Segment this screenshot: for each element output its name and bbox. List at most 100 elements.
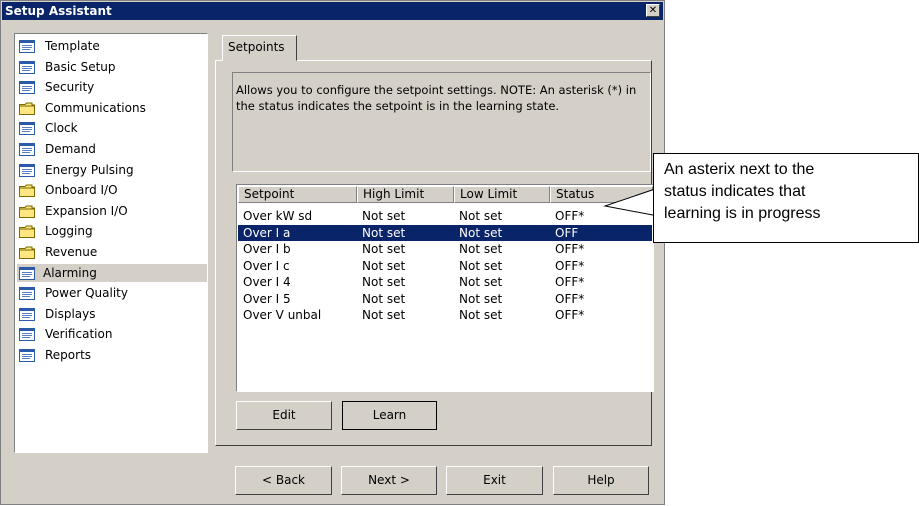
sidebar-item-label: Reports xyxy=(45,348,92,362)
folder-icon xyxy=(19,246,35,259)
status-cell: OFF xyxy=(555,225,579,240)
folder-icon xyxy=(19,102,35,115)
sidebar-item-label: Clock xyxy=(45,121,78,136)
sidebar-item-label: Communications xyxy=(45,100,146,115)
sidebar-item-label: Verification xyxy=(45,327,113,342)
document-icon xyxy=(19,163,35,177)
sidebar-item-verification[interactable]: Verification xyxy=(19,325,207,343)
sidebar-item-label: Energy Pulsing xyxy=(45,162,134,177)
window-title: Setup Assistant xyxy=(5,4,112,18)
status-cell: OFF* xyxy=(555,209,585,223)
sidebar-item-security[interactable]: Security xyxy=(19,78,207,96)
tab-setpoints[interactable]: Setpoints xyxy=(222,35,297,61)
low-limit-cell: Not set xyxy=(459,209,503,223)
setpoint-cell: Over I 4 xyxy=(243,275,291,289)
sidebar-item-expansion-i-o[interactable]: Expansion I/O xyxy=(19,202,207,220)
high-limit-cell: Not set xyxy=(362,275,406,289)
document-icon xyxy=(19,307,35,321)
setpoint-list[interactable]: Setpoint High Limit Low Limit Status Ove… xyxy=(236,184,654,392)
callout-line-2: status indicates that xyxy=(664,183,806,200)
description-box: Allows you to configure the setpoint set… xyxy=(232,72,651,172)
high-limit-cell: Not set xyxy=(362,291,406,306)
document-icon xyxy=(19,122,35,136)
folder-icon xyxy=(19,205,35,218)
sidebar-item-power-quality[interactable]: Power Quality xyxy=(19,284,207,302)
status-cell: OFF* xyxy=(555,291,585,306)
document-icon xyxy=(19,60,35,74)
setpoint-cell: Over I 5 xyxy=(243,291,291,306)
document-icon xyxy=(19,143,35,156)
sidebar-item-reports[interactable]: Reports xyxy=(19,346,207,364)
callout-line-1: An asterix next to the xyxy=(664,161,815,178)
document-icon xyxy=(19,349,35,362)
low-limit-cell: Not set xyxy=(459,275,503,289)
sidebar-item-label: Power Quality xyxy=(45,286,128,301)
sidebar-item-label: Security xyxy=(45,80,95,95)
sidebar-item-label: Alarming xyxy=(43,265,97,280)
status-cell: OFF* xyxy=(555,308,585,322)
sidebar-item-onboard-i-o[interactable]: Onboard I/O xyxy=(19,181,207,199)
tab-setpoints-label: Setpoints xyxy=(228,40,285,54)
high-limit-cell: Not set xyxy=(362,242,406,256)
status-cell: OFF* xyxy=(555,258,585,273)
document-icon xyxy=(19,81,35,95)
sidebar-item-label: Demand xyxy=(45,142,96,156)
setpoint-cell: Over kW sd xyxy=(243,209,313,223)
sidebar-item-alarming[interactable]: Alarming xyxy=(17,263,207,282)
folder-icon xyxy=(19,184,35,198)
learn-button[interactable]: Learn xyxy=(342,401,437,430)
status-cell: OFF* xyxy=(555,275,585,289)
sidebar-item-template[interactable]: Template xyxy=(19,37,207,55)
sidebar-item-label: Revenue xyxy=(45,245,98,259)
table-row[interactable]: Over I a Not set Not set OFF xyxy=(238,224,652,241)
document-icon xyxy=(19,40,35,53)
status-cell: OFF* xyxy=(555,242,585,256)
sidebar-item-basic-setup[interactable]: Basic Setup xyxy=(19,58,207,76)
title-bar: Setup Assistant ✕ xyxy=(2,2,663,20)
column-header-high-limit[interactable]: High Limit xyxy=(357,186,454,203)
sidebar-item-label: Template xyxy=(45,39,100,53)
low-limit-cell: Not set xyxy=(459,242,503,256)
low-limit-cell: Not set xyxy=(459,291,503,306)
back-button[interactable]: < Back xyxy=(235,466,332,495)
sidebar-item-label: Expansion I/O xyxy=(45,203,128,218)
table-row[interactable]: Over I b Not set Not set OFF* xyxy=(238,241,652,257)
high-limit-cell: Not set xyxy=(362,308,406,322)
table-row[interactable]: Over I 5 Not set Not set OFF* xyxy=(238,291,652,307)
sidebar-item-communications[interactable]: Communications xyxy=(19,99,207,117)
edit-button[interactable]: Edit xyxy=(236,401,332,430)
next-button[interactable]: Next > xyxy=(341,466,437,495)
sidebar-item-demand[interactable]: Demand xyxy=(19,140,207,158)
high-limit-cell: Not set xyxy=(362,258,406,273)
setup-tree[interactable]: Template Basic Setup Security Communication… xyxy=(14,33,208,453)
sidebar-item-displays[interactable]: Displays xyxy=(19,305,207,323)
table-row[interactable]: Over I c Not set Not set OFF* xyxy=(238,258,652,274)
callout-line-3: learning is in progress xyxy=(664,205,821,222)
exit-button[interactable]: Exit xyxy=(446,466,543,495)
document-icon xyxy=(19,287,35,301)
high-limit-cell: Not set xyxy=(362,225,406,240)
document-icon xyxy=(19,266,35,280)
column-header-status[interactable]: Status xyxy=(550,186,653,203)
table-row[interactable]: Over V unbal Not set Not set OFF* xyxy=(238,307,652,323)
table-row[interactable]: Over I 4 Not set Not set OFF* xyxy=(238,274,652,290)
low-limit-cell: Not set xyxy=(459,258,503,273)
setpoint-cell: Over I b xyxy=(243,242,291,256)
sidebar-item-energy-pulsing[interactable]: Energy Pulsing xyxy=(19,161,207,179)
close-button[interactable]: ✕ xyxy=(646,4,660,17)
sidebar-item-label: Onboard I/O xyxy=(45,183,118,198)
sidebar-item-revenue[interactable]: Revenue xyxy=(19,243,207,261)
sidebar-item-logging[interactable]: Logging xyxy=(19,222,207,240)
column-header-setpoint[interactable]: Setpoint xyxy=(238,186,357,203)
annotation-callout: An asterix next to the status indicates … xyxy=(653,153,919,243)
sidebar-item-label: Logging xyxy=(45,224,93,239)
help-button[interactable]: Help xyxy=(553,466,649,495)
high-limit-cell: Not set xyxy=(362,209,406,223)
setpoint-cell: Over I a xyxy=(243,225,291,240)
folder-icon xyxy=(19,225,35,239)
setpoint-cell: Over V unbal xyxy=(243,308,322,322)
sidebar-item-clock[interactable]: Clock xyxy=(19,119,207,137)
table-row[interactable]: Over kW sd Not set Not set OFF* xyxy=(238,208,652,224)
sidebar-item-label: Basic Setup xyxy=(45,59,116,74)
column-header-low-limit[interactable]: Low Limit xyxy=(454,186,550,203)
